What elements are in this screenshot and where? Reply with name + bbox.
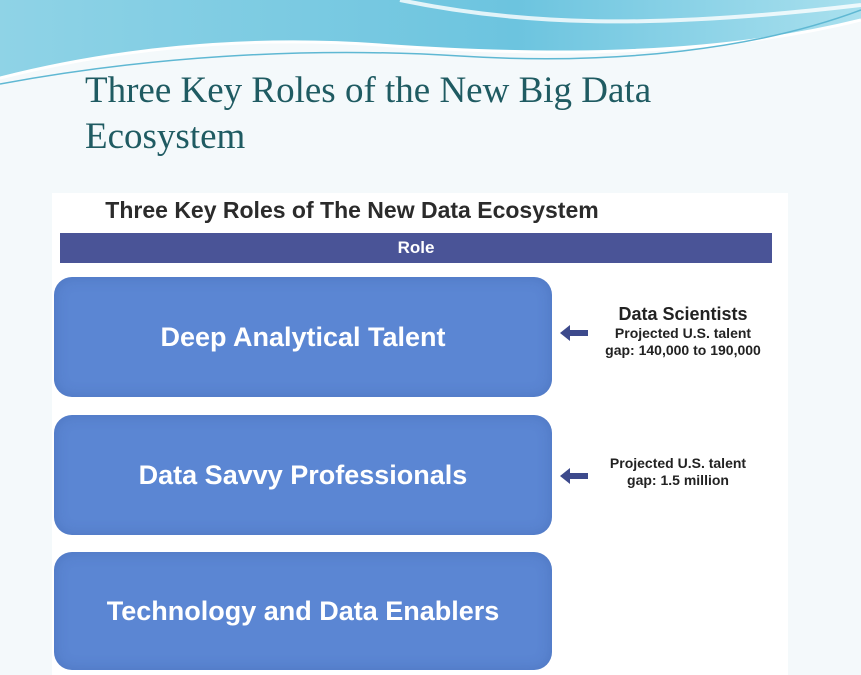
slide-title: Three Key Roles of the New Big Data Ecos… — [85, 70, 652, 157]
role-box-deep-analytical-talent: Deep Analytical Talent — [54, 277, 552, 397]
role-box-technology-enablers: Technology and Data Enablers — [54, 552, 552, 670]
figure-title: Three Key Roles of The New Data Ecosyste… — [105, 197, 599, 223]
note-line: Projected U.S. talent — [614, 325, 752, 341]
data-scientists-note: Data Scientists Projected U.S. talent ga… — [578, 303, 788, 359]
role-header: Role — [60, 233, 772, 263]
note-line: gap: 1.5 million — [627, 472, 729, 488]
role-box-data-savvy-professionals: Data Savvy Professionals — [54, 415, 552, 535]
roles-figure: Three Key Roles of The New Data Ecosyste… — [52, 193, 788, 675]
note-line: gap: 140,000 to 190,000 — [605, 342, 761, 358]
note-line: Projected U.S. talent — [609, 455, 747, 471]
note-heading: Data Scientists — [618, 304, 748, 324]
data-savvy-note: Projected U.S. talent gap: 1.5 million — [578, 455, 778, 489]
